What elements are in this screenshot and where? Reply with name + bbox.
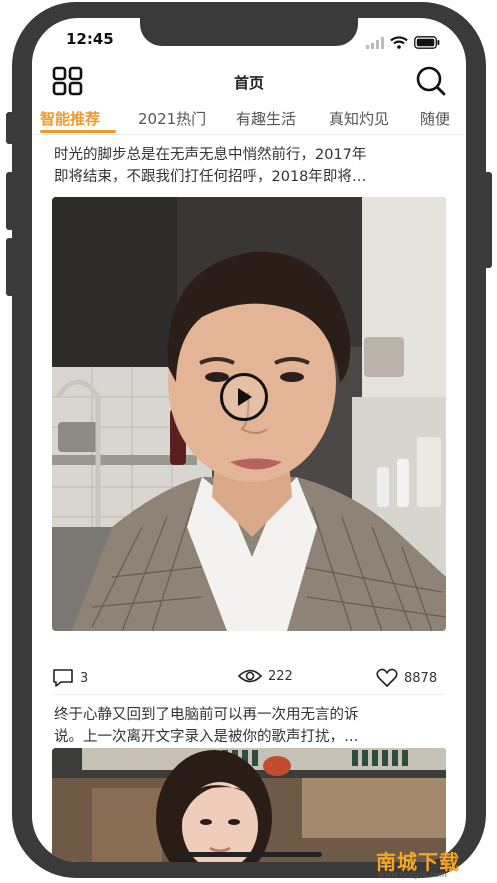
page-title: 首页 xyxy=(233,74,264,92)
video-thumbnail[interactable] xyxy=(52,197,446,631)
wifi-icon xyxy=(390,34,408,53)
side-button-silent xyxy=(6,112,14,144)
signal-icon xyxy=(366,34,384,53)
play-icon xyxy=(238,388,252,406)
post-image[interactable] xyxy=(52,748,446,862)
active-tab-indicator xyxy=(40,130,116,133)
eye-icon xyxy=(238,669,262,683)
search-icon[interactable] xyxy=(414,64,446,96)
view-count[interactable]: 222 xyxy=(238,668,293,684)
post-text-line: 即将结束，不跟我们打任何招呼，2018年即将… xyxy=(54,169,367,185)
tab-fun-life[interactable]: 有趣生活 xyxy=(236,108,296,129)
post-text[interactable]: 时光的脚步总是在无声无息中悄然前行，2017年 即将结束，不跟我们打任何招呼，2… xyxy=(54,144,446,188)
tab-hot-2021[interactable]: 2021热门 xyxy=(138,108,206,129)
side-button-volume-up xyxy=(6,172,14,230)
watermark-url: www.nccgcc.com xyxy=(378,870,447,879)
post-image-photo xyxy=(52,748,446,862)
status-time: 12:45 xyxy=(66,30,114,48)
view-count-value: 222 xyxy=(268,668,293,684)
battery-icon xyxy=(414,34,440,53)
post-text-line: 终于心静又回到了电脑前可以再一次用无言的诉 xyxy=(54,707,359,723)
comment-count-value: 3 xyxy=(80,670,89,686)
home-indicator xyxy=(174,852,322,857)
tab-insights[interactable]: 真知灼见 xyxy=(329,108,389,129)
category-tabs: 智能推荐 2021热门 有趣生活 真知灼见 随便 xyxy=(32,102,466,135)
notch xyxy=(140,18,358,46)
app-header: 首页 xyxy=(32,62,466,102)
comment-icon xyxy=(53,669,73,687)
post-divider xyxy=(54,694,444,695)
watermark-logo: 南城下载 www.nccgcc.com xyxy=(376,846,488,880)
post-text[interactable]: 终于心静又回到了电脑前可以再一次用无言的诉 说。上一次离开文字录入是被你的歌声打… xyxy=(54,704,446,748)
status-icons xyxy=(366,34,440,53)
like-count-value: 8878 xyxy=(404,670,438,686)
app-screen: 12:45 首页 智能推荐 2021热门 有趣生活 真知灼见 随便 时光的脚步总… xyxy=(32,18,466,862)
side-button-volume-down xyxy=(6,238,14,296)
heart-icon xyxy=(376,668,398,687)
tab-recommended[interactable]: 智能推荐 xyxy=(40,108,100,129)
comment-count[interactable]: 3 xyxy=(52,668,88,688)
side-button-power xyxy=(484,172,492,268)
post-text-line: 说。上一次离开文字录入是被你的歌声打扰，… xyxy=(54,729,359,745)
tab-casual[interactable]: 随便 xyxy=(420,108,450,129)
play-button[interactable] xyxy=(220,373,268,421)
post-stats: 3 222 8878 xyxy=(32,668,466,692)
like-count[interactable]: 8878 xyxy=(376,668,437,688)
post-text-line: 时光的脚步总是在无声无息中悄然前行，2017年 xyxy=(54,147,367,163)
